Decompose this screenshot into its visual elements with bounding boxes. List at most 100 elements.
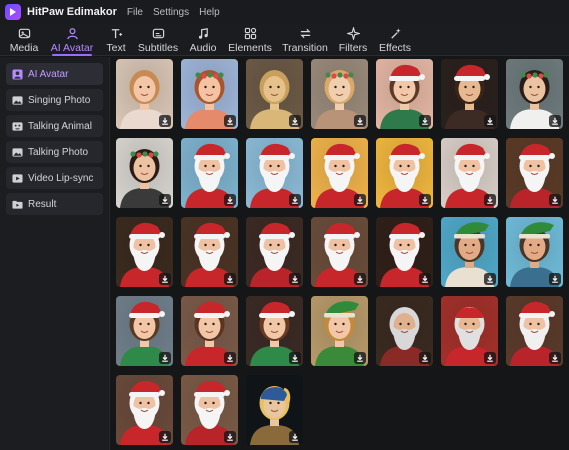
sidebar-item-label: Talking Photo [28,146,89,158]
tab-elements[interactable]: Elements [228,24,272,56]
download-icon[interactable] [419,115,431,127]
download-icon[interactable] [419,273,431,285]
download-icon[interactable] [484,115,496,127]
avatar-thumbnail[interactable] [116,296,173,366]
tab-media[interactable]: Media [6,24,42,56]
download-icon[interactable] [419,352,431,364]
download-icon[interactable] [289,115,301,127]
avatar-thumbnail[interactable] [116,375,173,445]
avatar-thumbnail[interactable] [181,138,238,208]
avatar-thumbnail[interactable] [506,296,563,366]
avatar-thumbnail[interactable] [441,217,498,287]
download-icon[interactable] [224,431,236,443]
effects-icon [388,27,402,41]
avatar-icon [12,68,23,80]
avatar-thumbnail[interactable] [181,59,238,129]
download-icon[interactable] [354,352,366,364]
avatar-thumbnail[interactable] [246,296,303,366]
download-icon[interactable] [484,273,496,285]
media-icon [17,27,31,41]
download-icon[interactable] [549,194,561,206]
sidebar-item-label: Result [28,198,57,210]
download-icon[interactable] [354,194,366,206]
tab-filters[interactable]: Filters [338,24,368,56]
avatar-thumbnail[interactable] [116,217,173,287]
download-icon[interactable] [484,194,496,206]
app-window: HitPaw Edimakor File Settings Help Media… [0,0,569,450]
avatar-thumbnail[interactable] [441,296,498,366]
download-icon[interactable] [159,273,171,285]
download-icon[interactable] [159,115,171,127]
app-logo-icon [5,4,21,20]
menu-bar: File Settings Help [127,7,220,18]
download-icon[interactable] [159,431,171,443]
sidebar-item-singing-photo[interactable]: Singing Photo [6,89,103,111]
sidebar-item-talking-photo[interactable]: Talking Photo [6,141,103,163]
avatar-thumbnail[interactable] [376,217,433,287]
download-icon[interactable] [289,431,301,443]
sidebar-item-talking-animal[interactable]: Talking Animal [6,115,103,137]
tab-ai-avatar[interactable]: AI Avatar [48,24,96,56]
download-icon[interactable] [354,273,366,285]
avatar-thumbnail[interactable] [311,217,368,287]
tab-elements-label: Elements [228,41,272,54]
avatar-thumbnail[interactable] [181,217,238,287]
avatar-thumbnail[interactable] [311,296,368,366]
avatar-thumbnail[interactable] [311,138,368,208]
download-icon[interactable] [224,273,236,285]
avatar-thumbnail[interactable] [116,59,173,129]
download-icon[interactable] [549,273,561,285]
tab-transition[interactable]: Transition [281,24,329,56]
sidebar: AI Avatar Singing Photo Talking Animal T… [0,57,110,450]
download-icon[interactable] [159,352,171,364]
menu-help[interactable]: Help [199,7,220,18]
menu-settings[interactable]: Settings [153,7,189,18]
animal-icon [12,121,23,132]
avatar-thumbnail[interactable] [376,59,433,129]
download-icon[interactable] [224,352,236,364]
sidebar-item-label: Talking Animal [28,120,92,132]
download-icon[interactable] [224,194,236,206]
download-icon[interactable] [224,115,236,127]
avatar-thumbnail[interactable] [181,375,238,445]
avatar-thumbnail[interactable] [181,296,238,366]
avatar-thumbnail[interactable] [441,138,498,208]
download-icon[interactable] [549,352,561,364]
download-icon[interactable] [289,352,301,364]
sidebar-item-result[interactable]: Result [6,193,103,215]
avatar-thumbnail[interactable] [376,296,433,366]
avatar-thumbnail[interactable] [116,138,173,208]
avatar-thumbnail[interactable] [246,59,303,129]
download-icon[interactable] [354,115,366,127]
text-icon [109,27,123,41]
tab-effects[interactable]: Effects [378,24,412,56]
audio-icon [196,27,210,41]
avatar-thumbnail[interactable] [506,138,563,208]
sidebar-item-ai-avatar[interactable]: AI Avatar [6,63,103,85]
avatar-thumbnail[interactable] [376,138,433,208]
video-icon [12,173,23,184]
avatar-thumbnail[interactable] [246,138,303,208]
menu-file[interactable]: File [127,7,143,18]
sidebar-item-video-lip-sync[interactable]: Video Lip-sync [6,167,103,189]
avatar-thumbnail[interactable] [441,59,498,129]
download-icon[interactable] [289,273,301,285]
avatar-thumbnail[interactable] [246,375,303,445]
download-icon[interactable] [419,194,431,206]
download-icon[interactable] [159,194,171,206]
avatar-thumbnail[interactable] [506,217,563,287]
transition-icon [298,27,312,41]
download-icon[interactable] [484,352,496,364]
folder-icon [12,199,23,210]
tab-audio[interactable]: Audio [188,24,218,56]
avatar-thumbnail[interactable] [246,217,303,287]
avatar-thumbnail[interactable] [311,59,368,129]
download-icon[interactable] [289,194,301,206]
tab-ai-avatar-label: AI Avatar [50,41,94,54]
filters-icon [346,27,360,41]
sidebar-item-label: AI Avatar [28,68,69,80]
tab-subtitles[interactable]: Subtitles [138,24,178,56]
avatar-thumbnail[interactable] [506,59,563,129]
download-icon[interactable] [549,115,561,127]
tab-text[interactable]: Text [104,24,128,56]
